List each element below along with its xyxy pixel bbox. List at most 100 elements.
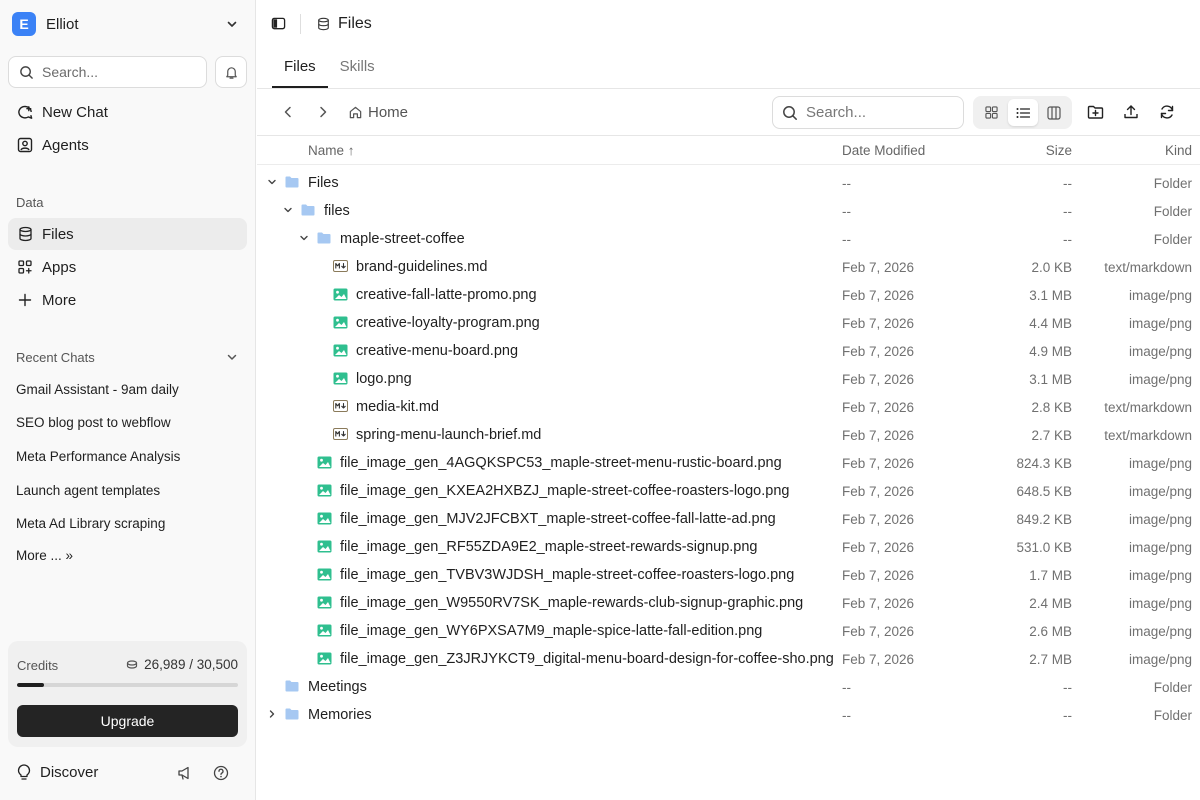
file-search-input[interactable] [806, 104, 956, 121]
folder-icon [317, 232, 331, 244]
file-size: 3.1 MB [1029, 372, 1072, 387]
folder-row[interactable]: Memories -- -- Folder [257, 701, 1200, 729]
folder-row[interactable]: maple-street-coffee -- -- Folder [257, 225, 1200, 253]
file-name: creative-menu-board.png [356, 343, 519, 359]
image-file-icon [333, 372, 348, 385]
columns-icon [1047, 105, 1061, 120]
file-kind: image/png [1128, 540, 1192, 555]
divider [300, 14, 301, 34]
discover-button[interactable]: Discover [16, 764, 98, 781]
file-name: logo.png [356, 371, 412, 387]
nav-agents[interactable]: Agents [8, 129, 247, 161]
workspace-switcher[interactable]: E Elliot [12, 12, 244, 36]
file-size: 2.4 MB [1029, 596, 1072, 611]
file-size: 4.4 MB [1029, 316, 1072, 331]
tab-bar: Files Skills [272, 48, 387, 88]
grid-view-button[interactable] [976, 99, 1006, 126]
table-header: Name ↑ Date Modified Size Kind [257, 136, 1200, 165]
column-header-date[interactable]: Date Modified [842, 143, 925, 158]
upgrade-button[interactable]: Upgrade [17, 705, 238, 737]
chevron-down-icon[interactable] [267, 177, 277, 187]
file-row[interactable]: brand-guidelines.md Feb 7, 2026 2.0 KB text… [257, 253, 1200, 281]
image-file-icon [317, 540, 332, 553]
file-row[interactable]: creative-menu-board.png Feb 7, 2026 4.9 MB… [257, 337, 1200, 365]
recent-chat-item[interactable]: Launch agent templates [16, 483, 160, 498]
file-name: creative-fall-latte-promo.png [356, 287, 537, 303]
file-row[interactable]: file_image_gen_W9550RV7SK_maple-rewards-… [257, 589, 1200, 617]
file-kind: image/png [1128, 372, 1192, 387]
tab-skills[interactable]: Skills [328, 48, 387, 88]
file-search[interactable] [772, 96, 964, 129]
file-date-modified: Feb 7, 2026 [842, 344, 915, 359]
back-button[interactable] [282, 105, 294, 119]
file-kind: image/png [1128, 456, 1192, 471]
sidebar: E Elliot New Chat Agents Data Files Apps… [0, 0, 256, 800]
file-name: file_image_gen_Z3JRJYKCT9_digital-menu-b… [340, 651, 834, 667]
chevron-down-icon[interactable] [226, 351, 238, 363]
sidebar-toggle-icon[interactable] [271, 16, 286, 31]
lightbulb-icon [17, 764, 31, 780]
help-icon[interactable] [213, 765, 229, 781]
column-header-size[interactable]: Size [1046, 143, 1072, 158]
recent-chat-item[interactable]: SEO blog post to webflow [16, 415, 171, 430]
file-kind: Folder [1153, 708, 1192, 723]
sidebar-item-more[interactable]: More [8, 284, 247, 316]
sidebar-search-input[interactable] [42, 64, 192, 80]
tab-files[interactable]: Files [272, 48, 328, 88]
file-date-modified: Feb 7, 2026 [842, 484, 915, 499]
folder-row[interactable]: Files -- -- Folder [257, 169, 1200, 197]
column-view-button[interactable] [1039, 99, 1069, 126]
file-row[interactable]: file_image_gen_RF55ZDA9E2_maple-street-r… [257, 533, 1200, 561]
file-date-modified: Feb 7, 2026 [842, 372, 915, 387]
file-row[interactable]: file_image_gen_WY6PXSA7M9_maple-spice-la… [257, 617, 1200, 645]
file-kind: Folder [1153, 680, 1192, 695]
column-header-kind[interactable]: Kind [1165, 143, 1192, 158]
sidebar-search[interactable] [8, 56, 207, 88]
recent-chat-item[interactable]: Meta Performance Analysis [16, 449, 180, 464]
upload-button[interactable] [1123, 104, 1139, 120]
file-row[interactable]: media-kit.md Feb 7, 2026 2.8 KB text/markdo… [257, 393, 1200, 421]
sidebar-item-files[interactable]: Files [8, 218, 247, 250]
file-date-modified: Feb 7, 2026 [842, 428, 915, 443]
file-row[interactable]: creative-fall-latte-promo.png Feb 7, 2026… [257, 281, 1200, 309]
file-date-modified: Feb 7, 2026 [842, 624, 915, 639]
file-date-modified: Feb 7, 2026 [842, 260, 915, 275]
refresh-button[interactable] [1159, 104, 1175, 120]
file-row[interactable]: file_image_gen_TVBV3WJDSH_maple-street-c… [257, 561, 1200, 589]
chevron-right-icon[interactable] [267, 709, 277, 719]
recent-chat-item[interactable]: Gmail Assistant - 9am daily [16, 382, 179, 397]
file-row[interactable]: creative-loyalty-program.png Feb 7, 2026 4… [257, 309, 1200, 337]
image-file-icon [317, 652, 332, 665]
list-view-button[interactable] [1008, 99, 1038, 126]
recent-chat-item[interactable]: Meta Ad Library scraping [16, 516, 165, 531]
file-kind: image/png [1128, 484, 1192, 499]
image-file-icon [317, 484, 332, 497]
nav-new-chat[interactable]: New Chat [8, 96, 247, 128]
forward-button[interactable] [317, 105, 329, 119]
image-file-icon [317, 456, 332, 469]
sidebar-item-apps[interactable]: Apps [8, 251, 247, 283]
file-kind: image/png [1128, 624, 1192, 639]
file-row[interactable]: logo.png Feb 7, 2026 3.1 MB image/png [257, 365, 1200, 393]
sidebar-item-label: Files [42, 225, 74, 243]
file-size: -- [1063, 708, 1072, 723]
file-row[interactable]: file_image_gen_4AGQKSPC53_maple-street-m… [257, 449, 1200, 477]
megaphone-icon[interactable] [177, 765, 193, 781]
chevron-down-icon[interactable] [299, 233, 309, 243]
folder-row[interactable]: files -- -- Folder [257, 197, 1200, 225]
file-size: 849.2 KB [1016, 512, 1072, 527]
file-row[interactable]: file_image_gen_MJV2JFCBXT_maple-street-c… [257, 505, 1200, 533]
file-row[interactable]: file_image_gen_KXEA2HXBZJ_maple-street-c… [257, 477, 1200, 505]
file-row[interactable]: spring-menu-launch-brief.md Feb 7, 2026 2.… [257, 421, 1200, 449]
column-header-name[interactable]: Name ↑ [308, 143, 355, 158]
new-folder-button[interactable] [1087, 104, 1104, 120]
chevron-right-icon [320, 106, 327, 118]
notifications-button[interactable] [215, 56, 247, 88]
file-row[interactable]: file_image_gen_Z3JRJYKCT9_digital-menu-b… [257, 645, 1200, 673]
folder-row[interactable]: Meetings -- -- Folder [257, 673, 1200, 701]
plus-icon [16, 291, 34, 309]
more-chats-link[interactable]: More ... » [16, 548, 73, 563]
file-date-modified: Feb 7, 2026 [842, 596, 915, 611]
chevron-down-icon[interactable] [283, 205, 293, 215]
breadcrumb-home[interactable]: Home [348, 104, 408, 121]
